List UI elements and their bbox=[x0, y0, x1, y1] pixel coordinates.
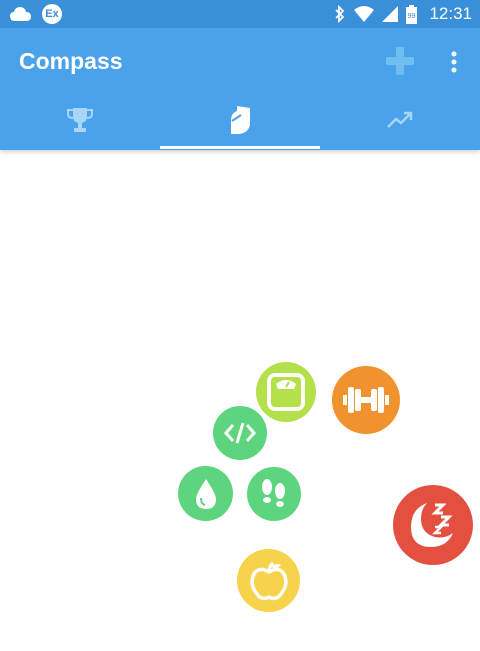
shield-icon bbox=[231, 106, 250, 134]
status-left: Ex bbox=[10, 4, 62, 24]
tab-progress[interactable] bbox=[320, 90, 480, 150]
goal-bubble-weight[interactable] bbox=[256, 362, 316, 422]
goal-bubble-sleep[interactable] bbox=[393, 485, 473, 565]
code-icon bbox=[224, 422, 256, 444]
goal-bubble-coding[interactable] bbox=[213, 406, 267, 460]
selected-tab-indicator bbox=[160, 146, 320, 149]
tab-goals[interactable] bbox=[160, 90, 320, 150]
battery-icon: 99 bbox=[406, 4, 418, 24]
goal-bubble-nutrition[interactable] bbox=[237, 549, 300, 612]
dumbbell-icon bbox=[343, 387, 389, 413]
battery-level: 99 bbox=[408, 13, 416, 20]
wifi-icon bbox=[354, 6, 375, 22]
app-bar: Compass bbox=[0, 28, 480, 150]
tab-achievements[interactable] bbox=[0, 90, 160, 150]
status-bar: Ex 99 12:31 bbox=[0, 0, 480, 28]
goal-bubble-walking[interactable] bbox=[247, 467, 301, 521]
signal-icon bbox=[382, 6, 399, 22]
trophy-icon bbox=[67, 108, 93, 132]
goal-bubble-fitness[interactable] bbox=[332, 366, 400, 434]
notification-badge: Ex bbox=[42, 4, 62, 24]
scale-icon bbox=[267, 373, 305, 411]
apple-icon bbox=[249, 561, 288, 600]
tab-bar bbox=[0, 90, 480, 150]
water-drop-icon bbox=[195, 478, 216, 509]
cloud-icon bbox=[10, 7, 31, 21]
trending-up-icon bbox=[387, 111, 413, 128]
bluetooth-icon bbox=[335, 5, 345, 23]
add-button[interactable] bbox=[386, 47, 414, 75]
status-right: 99 12:31 bbox=[334, 4, 472, 24]
status-time: 12:31 bbox=[429, 4, 472, 23]
footsteps-icon bbox=[262, 479, 285, 507]
app-title: Compass bbox=[19, 48, 123, 74]
goal-bubble-hydration[interactable] bbox=[178, 466, 233, 521]
more-options-button[interactable] bbox=[444, 48, 464, 76]
sleep-icon bbox=[411, 503, 453, 547]
